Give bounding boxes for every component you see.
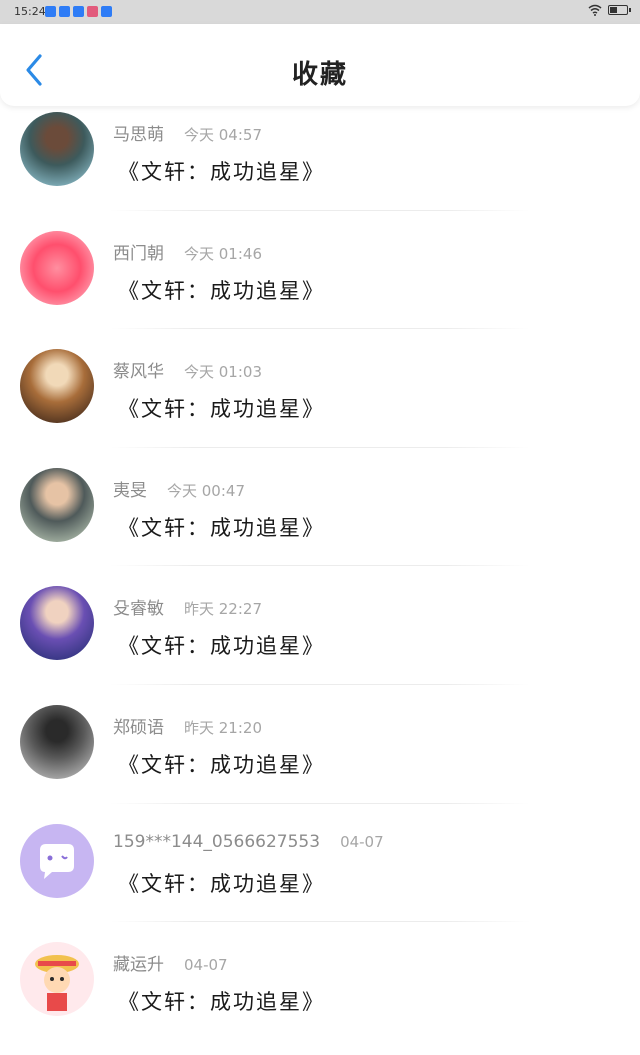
favorite-title[interactable]: 《文轩：成功追星》 (118, 393, 325, 423)
avatar[interactable] (20, 942, 94, 1017)
user-name: 郑硕语 (113, 717, 164, 738)
item-meta: 藏运升 04-07 (113, 950, 228, 975)
app-notification-icon (59, 6, 70, 17)
divider (110, 446, 530, 448)
divider (110, 328, 530, 330)
notification-icons (45, 6, 112, 17)
page-title: 收藏 (291, 60, 348, 90)
divider (110, 802, 530, 804)
timestamp: 04-07 (340, 832, 384, 851)
favorite-title[interactable]: 《文轩：成功追星》 (118, 868, 325, 898)
list-item[interactable]: 西门朝 今天 01:46 《文轩：成功追星》 (0, 225, 640, 344)
user-name: 殳睿敏 (113, 599, 164, 620)
timestamp: 今天 00:47 (167, 481, 245, 500)
timestamp: 今天 01:46 (184, 244, 262, 263)
favorite-title[interactable]: 《文轩：成功追星》 (118, 630, 325, 660)
user-name: 马思萌 (113, 125, 164, 145)
user-name: 夷旻 (113, 480, 147, 501)
avatar[interactable] (20, 112, 94, 186)
list-item[interactable]: 马思萌 今天 04:57 《文轩：成功追星》 (0, 106, 640, 225)
status-time: 15:24 (14, 5, 46, 18)
avatar[interactable] (20, 467, 94, 542)
avatar[interactable] (20, 230, 94, 305)
status-bar: 15:24 (0, 0, 640, 24)
header: 收藏 (0, 24, 640, 106)
app-notification-icon (45, 6, 56, 17)
battery-icon (608, 5, 631, 15)
item-meta: 郑硕语 昨天 21:20 (113, 713, 262, 738)
item-meta: 159***144_0566627553 04-07 (113, 832, 384, 852)
list-item[interactable]: 159***144_0566627553 04-07 《文轩：成功追星》 (0, 818, 640, 937)
avatar[interactable] (20, 704, 94, 779)
app-notification-icon (73, 6, 84, 17)
timestamp: 今天 01:03 (184, 363, 262, 382)
favorite-title[interactable]: 《文轩：成功追星》 (118, 156, 325, 186)
favorite-title[interactable]: 《文轩：成功追星》 (118, 512, 325, 542)
list-item[interactable]: 夷旻 今天 00:47 《文轩：成功追星》 (0, 462, 640, 581)
app-notification-icon (101, 6, 112, 17)
chat-bubble-icon (40, 843, 74, 879)
timestamp: 昨天 21:20 (184, 718, 262, 737)
timestamp: 今天 04:57 (184, 126, 262, 144)
favorite-title[interactable]: 《文轩：成功追星》 (118, 986, 325, 1016)
favorite-title[interactable]: 《文轩：成功追星》 (118, 275, 325, 305)
divider (110, 683, 530, 685)
favorite-title[interactable]: 《文轩：成功追星》 (118, 749, 325, 779)
list-item[interactable]: 藏运升 04-07 《文轩：成功追星》 (0, 936, 640, 1055)
timestamp: 04-07 (184, 956, 228, 975)
user-name: 西门朝 (113, 243, 164, 264)
item-meta: 马思萌 今天 04:57 (113, 120, 262, 145)
avatar[interactable] (20, 823, 94, 898)
cartoon-avatar-icon (35, 955, 79, 1012)
divider (110, 921, 530, 923)
avatar[interactable] (20, 586, 94, 661)
divider (110, 209, 530, 211)
user-name: 藏运升 (113, 955, 164, 976)
item-meta: 殳睿敏 昨天 22:27 (113, 594, 262, 619)
item-meta: 西门朝 今天 01:46 (113, 239, 262, 264)
user-name: 蔡风华 (113, 362, 164, 383)
list-item[interactable]: 蔡风华 今天 01:03 《文轩：成功追星》 (0, 343, 640, 462)
list-item[interactable]: 殳睿敏 昨天 22:27 《文轩：成功追星》 (0, 580, 640, 699)
app-notification-icon (87, 6, 98, 17)
timestamp: 昨天 22:27 (184, 600, 262, 619)
status-right (588, 4, 631, 16)
list-item[interactable]: 郑硕语 昨天 21:20 《文轩：成功追星》 (0, 699, 640, 818)
item-meta: 夷旻 今天 00:47 (113, 476, 245, 501)
wifi-icon (588, 4, 602, 16)
user-name: 159***144_0566627553 (113, 831, 321, 852)
item-meta: 蔡风华 今天 01:03 (113, 357, 262, 382)
divider (110, 565, 530, 567)
favorites-list: 马思萌 今天 04:57 《文轩：成功追星》 西门朝 今天 01:46 《文轩：成功追星》… (0, 106, 640, 1055)
avatar[interactable] (20, 349, 94, 424)
